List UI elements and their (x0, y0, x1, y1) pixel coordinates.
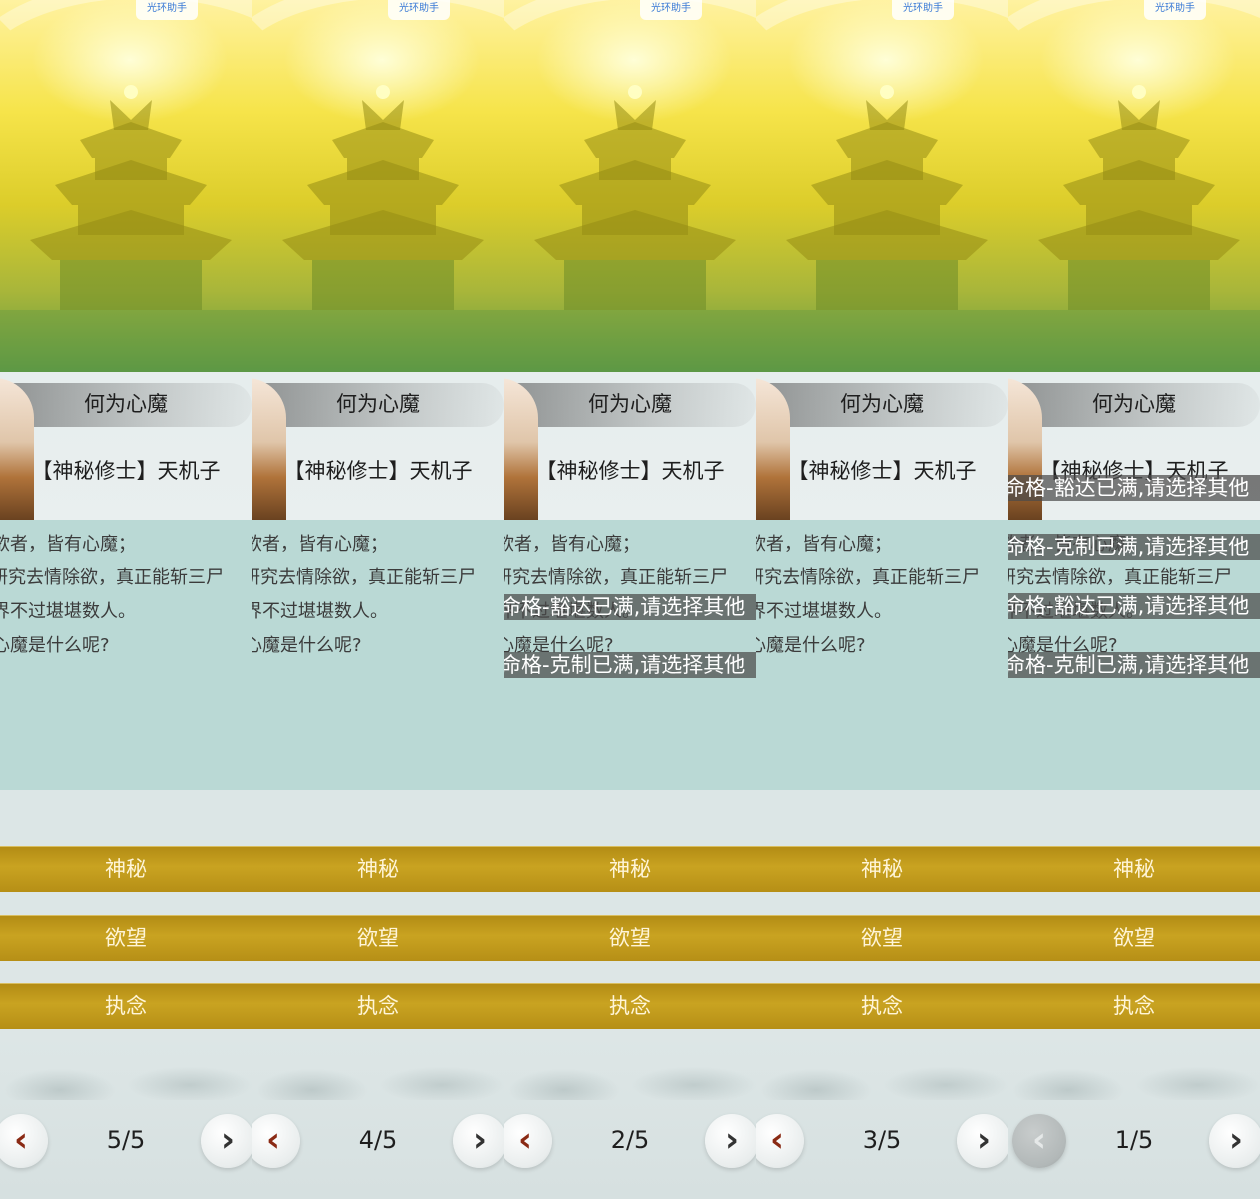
choice-button-shenmi[interactable]: 神秘 (1008, 846, 1260, 892)
dialog-title: 何为心魔 (1092, 392, 1176, 416)
choice-button-zhinian[interactable]: 执念 (756, 983, 1008, 1029)
dialog-line: 界不过堪堪数人。 (756, 601, 892, 622)
pagoda-artwork: 光环助手 (1008, 0, 1260, 420)
dialog-line: 研究去情除欲，真正能斩三尸 (0, 567, 224, 588)
speaker-name: 【神秘修士】天机子 (787, 459, 977, 483)
dialog-line: 欲者，皆有心魔； (504, 534, 640, 555)
dialog-line: 研究去情除欲，真正能斩三尸 (252, 567, 476, 588)
next-page-button[interactable]: › (201, 1114, 252, 1168)
dialog-title: 何为心魔 (840, 392, 924, 416)
dialog-line: 界不过堪堪数人。 (0, 601, 136, 622)
dialog-line: 心魔是什么呢? (252, 635, 362, 656)
dialog-line: 研究去情除欲，真正能斩三尸 (756, 567, 980, 588)
chevron-right-icon: › (976, 1120, 991, 1160)
chevron-right-icon: › (220, 1120, 235, 1160)
panel-page-5: 光环助手 何为心魔 【神秘修士】天机子 欲者，皆有心魔； 研究去情除欲，真正能斩… (0, 0, 252, 1199)
chevron-right-icon: › (724, 1120, 739, 1160)
speaker-name: 【神秘修士】天机子 (283, 459, 473, 483)
screenshot-strip: 光环助手 何为心魔 【神秘修士】天机子 欲者，皆有心魔； 研究去情除欲，真正能斩… (0, 0, 1260, 1199)
choice-button-zhinian[interactable]: 执念 (0, 983, 252, 1029)
mountain-decoration (504, 1030, 756, 1100)
mountain-decoration (252, 1030, 504, 1100)
dialog-line: 心魔是什么呢? (0, 635, 110, 656)
toast-kezhi-full: 命格-克制已满,请选择其他 (504, 652, 756, 678)
dialog-title: 何为心魔 (84, 392, 168, 416)
pagoda-artwork: 光环助手 (504, 0, 756, 420)
brand-tag: 光环助手 (640, 0, 702, 20)
choice-button-zhinian[interactable]: 执念 (504, 983, 756, 1029)
choice-button-yuwang[interactable]: 欲望 (0, 915, 252, 961)
choice-button-shenmi[interactable]: 神秘 (252, 846, 504, 892)
choice-button-yuwang[interactable]: 欲望 (1008, 915, 1260, 961)
toast-kezhi-full: 命格-克制已满,请选择其他 (1008, 534, 1260, 560)
choice-button-shenmi[interactable]: 神秘 (504, 846, 756, 892)
pagoda-artwork: 光环助手 (756, 0, 1008, 420)
dialog-line: 研究去情除欲，真正能斩三尸 (504, 567, 728, 588)
dialog-line: 欲者，皆有心魔； (252, 534, 388, 555)
speaker-name: 【神秘修士】天机子 (535, 459, 725, 483)
choice-button-yuwang[interactable]: 欲望 (504, 915, 756, 961)
next-page-button[interactable]: › (705, 1114, 756, 1168)
choice-button-zhinian[interactable]: 执念 (252, 983, 504, 1029)
chevron-right-icon: › (472, 1120, 487, 1160)
brand-tag: 光环助手 (136, 0, 198, 20)
dialog-title: 何为心魔 (336, 392, 420, 416)
dialog-line: 心魔是什么呢? (756, 635, 866, 656)
dialog-line: 界不过堪堪数人。 (252, 601, 388, 622)
mountain-decoration (756, 1030, 1008, 1100)
brand-tag: 光环助手 (892, 0, 954, 20)
toast-haoda-full: 命格-豁达已满,请选择其他 (1008, 593, 1260, 619)
speaker-name: 【神秘修士】天机子 (31, 459, 221, 483)
panel-page-4: 光环助手 何为心魔 【神秘修士】天机子 欲者，皆有心魔； 研究去情除欲，真正能斩… (252, 0, 504, 1199)
choice-button-zhinian[interactable]: 执念 (1008, 983, 1260, 1029)
choice-button-yuwang[interactable]: 欲望 (252, 915, 504, 961)
dialog-line: 欲者，皆有心魔； (0, 534, 136, 555)
panel-page-1: 光环助手 何为心魔 【神秘修士】天机子 欲者，皆有心魔； 研究去情除欲，真正能斩… (1008, 0, 1260, 1199)
dialog-line: 研究去情除欲，真正能斩三尸 (1008, 567, 1232, 588)
pagoda-artwork: 光环助手 (0, 0, 252, 420)
brand-tag: 光环助手 (1144, 0, 1206, 20)
choice-button-shenmi[interactable]: 神秘 (0, 846, 252, 892)
panel-page-2: 光环助手 何为心魔 【神秘修士】天机子 欲者，皆有心魔； 研究去情除欲，真正能斩… (504, 0, 756, 1199)
next-page-button[interactable]: › (1209, 1114, 1260, 1168)
next-page-button[interactable]: › (957, 1114, 1008, 1168)
panel-page-3: 光环助手 何为心魔 【神秘修士】天机子 欲者，皆有心魔； 研究去情除欲，真正能斩… (756, 0, 1008, 1199)
choice-button-shenmi[interactable]: 神秘 (756, 846, 1008, 892)
dialog-line: 欲者，皆有心魔； (756, 534, 892, 555)
next-page-button[interactable]: › (453, 1114, 504, 1168)
pagoda-artwork: 光环助手 (252, 0, 504, 420)
toast-haoda-full: 命格-豁达已满,请选择其他 (504, 594, 756, 620)
toast-kezhi-full: 命格-克制已满,请选择其他 (1008, 652, 1260, 678)
chevron-right-icon: › (1228, 1120, 1243, 1160)
toast-haoda-full: 命格-豁达已满,请选择其他 (1008, 475, 1260, 501)
mountain-decoration (1008, 1030, 1260, 1100)
brand-tag: 光环助手 (388, 0, 450, 20)
mountain-decoration (0, 1030, 252, 1100)
choice-button-yuwang[interactable]: 欲望 (756, 915, 1008, 961)
dialog-title: 何为心魔 (588, 392, 672, 416)
